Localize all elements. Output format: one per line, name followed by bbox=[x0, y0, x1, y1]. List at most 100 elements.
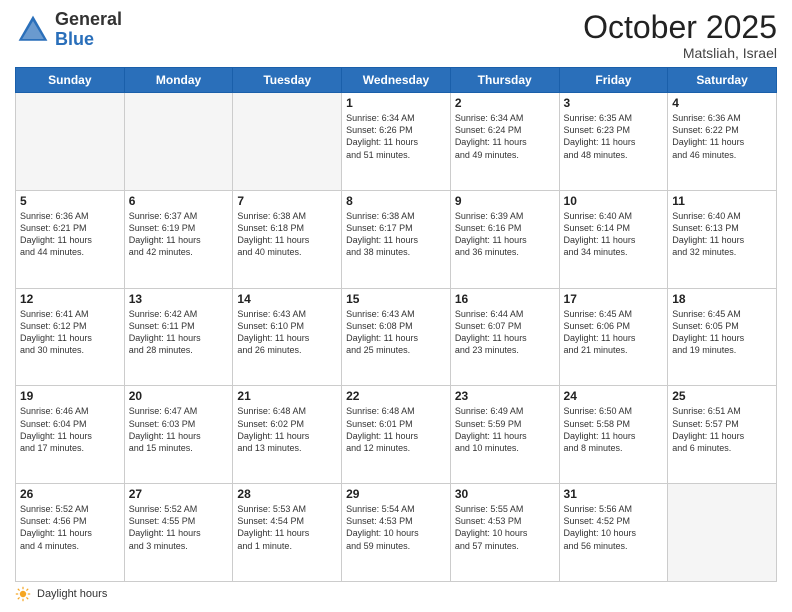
calendar-week-5: 26Sunrise: 5:52 AM Sunset: 4:56 PM Dayli… bbox=[16, 484, 777, 582]
day-info: Sunrise: 6:44 AM Sunset: 6:07 PM Dayligh… bbox=[455, 308, 555, 357]
day-number: 26 bbox=[20, 487, 120, 501]
calendar-cell: 18 Sunrise: 6:45 AM Sunset: 6:05 PM Dayli… bbox=[668, 288, 777, 386]
day-info: Sunrise: 6:40 AM Sunset: 6:14 PM Dayligh… bbox=[564, 210, 664, 259]
logo-text: General Blue bbox=[55, 10, 122, 50]
day-number: 31 bbox=[564, 487, 664, 501]
day-info: Sunrise: 6:48 AM Sunset: 6:02 PM Dayligh… bbox=[237, 405, 337, 454]
day-number: 25 bbox=[672, 389, 772, 403]
calendar-cell bbox=[233, 93, 342, 191]
day-number: 9 bbox=[455, 194, 555, 208]
day-number: 5 bbox=[20, 194, 120, 208]
title-block: October 2025 Matsliah, Israel bbox=[583, 10, 777, 61]
calendar-cell: 11Sunrise: 6:40 AM Sunset: 6:13 PM Dayli… bbox=[668, 190, 777, 288]
calendar-cell: 14 Sunrise: 6:43 AM Sunset: 6:10 PM Dayli… bbox=[233, 288, 342, 386]
calendar-cell: 30 Sunrise: 5:55 AM Sunset: 4:53 PM Dayli… bbox=[450, 484, 559, 582]
day-number: 22 bbox=[346, 389, 446, 403]
day-info: Sunrise: 6:40 AM Sunset: 6:13 PM Dayligh… bbox=[672, 210, 772, 259]
calendar-dow-wednesday: Wednesday bbox=[342, 68, 451, 93]
calendar-dow-thursday: Thursday bbox=[450, 68, 559, 93]
day-number: 23 bbox=[455, 389, 555, 403]
page: General Blue October 2025 Matsliah, Isra… bbox=[0, 0, 792, 612]
calendar-cell: 15Sunrise: 6:43 AM Sunset: 6:08 PM Dayli… bbox=[342, 288, 451, 386]
sun-icon bbox=[15, 586, 31, 602]
day-number: 3 bbox=[564, 96, 664, 110]
day-number: 13 bbox=[129, 292, 229, 306]
calendar-cell: 31 Sunrise: 5:56 AM Sunset: 4:52 PM Dayli… bbox=[559, 484, 668, 582]
calendar-dow-sunday: Sunday bbox=[16, 68, 125, 93]
calendar-week-2: 5 Sunrise: 6:36 AM Sunset: 6:21 PM Daylig… bbox=[16, 190, 777, 288]
calendar-week-4: 19 Sunrise: 6:46 AM Sunset: 6:04 PM Dayli… bbox=[16, 386, 777, 484]
calendar-cell: 17 Sunrise: 6:45 AM Sunset: 6:06 PM Dayli… bbox=[559, 288, 668, 386]
day-info: Sunrise: 6:47 AM Sunset: 6:03 PM Dayligh… bbox=[129, 405, 229, 454]
day-number: 19 bbox=[20, 389, 120, 403]
calendar-dow-tuesday: Tuesday bbox=[233, 68, 342, 93]
day-info: Sunrise: 6:50 AM Sunset: 5:58 PM Dayligh… bbox=[564, 405, 664, 454]
calendar-cell: 27 Sunrise: 5:52 AM Sunset: 4:55 PM Dayli… bbox=[124, 484, 233, 582]
calendar-cell bbox=[124, 93, 233, 191]
day-info: Sunrise: 6:46 AM Sunset: 6:04 PM Dayligh… bbox=[20, 405, 120, 454]
logo-general: General bbox=[55, 10, 122, 30]
day-number: 4 bbox=[672, 96, 772, 110]
calendar-dow-friday: Friday bbox=[559, 68, 668, 93]
day-info: Sunrise: 6:42 AM Sunset: 6:11 PM Dayligh… bbox=[129, 308, 229, 357]
calendar-week-3: 12Sunrise: 6:41 AM Sunset: 6:12 PM Dayli… bbox=[16, 288, 777, 386]
calendar-cell: 29Sunrise: 5:54 AM Sunset: 4:53 PM Dayli… bbox=[342, 484, 451, 582]
day-info: Sunrise: 5:56 AM Sunset: 4:52 PM Dayligh… bbox=[564, 503, 664, 552]
day-number: 2 bbox=[455, 96, 555, 110]
calendar-cell bbox=[16, 93, 125, 191]
logo-blue: Blue bbox=[55, 30, 122, 50]
day-number: 18 bbox=[672, 292, 772, 306]
day-info: Sunrise: 6:36 AM Sunset: 6:22 PM Dayligh… bbox=[672, 112, 772, 161]
day-info: Sunrise: 5:54 AM Sunset: 4:53 PM Dayligh… bbox=[346, 503, 446, 552]
day-number: 27 bbox=[129, 487, 229, 501]
calendar-cell: 9Sunrise: 6:39 AM Sunset: 6:16 PM Daylig… bbox=[450, 190, 559, 288]
calendar-cell: 28 Sunrise: 5:53 AM Sunset: 4:54 PM Dayli… bbox=[233, 484, 342, 582]
day-info: Sunrise: 5:52 AM Sunset: 4:55 PM Dayligh… bbox=[129, 503, 229, 552]
location: Matsliah, Israel bbox=[583, 45, 777, 61]
day-info: Sunrise: 5:53 AM Sunset: 4:54 PM Dayligh… bbox=[237, 503, 337, 552]
day-number: 24 bbox=[564, 389, 664, 403]
day-number: 10 bbox=[564, 194, 664, 208]
day-info: Sunrise: 6:49 AM Sunset: 5:59 PM Dayligh… bbox=[455, 405, 555, 454]
calendar-cell: 7Sunrise: 6:38 AM Sunset: 6:18 PM Daylig… bbox=[233, 190, 342, 288]
day-info: Sunrise: 6:34 AM Sunset: 6:26 PM Dayligh… bbox=[346, 112, 446, 161]
calendar-cell: 19 Sunrise: 6:46 AM Sunset: 6:04 PM Dayli… bbox=[16, 386, 125, 484]
calendar-cell: 23 Sunrise: 6:49 AM Sunset: 5:59 PM Dayli… bbox=[450, 386, 559, 484]
day-info: Sunrise: 6:51 AM Sunset: 5:57 PM Dayligh… bbox=[672, 405, 772, 454]
day-number: 28 bbox=[237, 487, 337, 501]
day-info: Sunrise: 6:34 AM Sunset: 6:24 PM Dayligh… bbox=[455, 112, 555, 161]
day-number: 30 bbox=[455, 487, 555, 501]
day-info: Sunrise: 6:43 AM Sunset: 6:10 PM Dayligh… bbox=[237, 308, 337, 357]
logo: General Blue bbox=[15, 10, 122, 50]
calendar-cell: 6 Sunrise: 6:37 AM Sunset: 6:19 PM Daylig… bbox=[124, 190, 233, 288]
day-info: Sunrise: 6:48 AM Sunset: 6:01 PM Dayligh… bbox=[346, 405, 446, 454]
month-title: October 2025 bbox=[583, 10, 777, 45]
day-number: 6 bbox=[129, 194, 229, 208]
day-info: Sunrise: 6:36 AM Sunset: 6:21 PM Dayligh… bbox=[20, 210, 120, 259]
day-info: Sunrise: 5:55 AM Sunset: 4:53 PM Dayligh… bbox=[455, 503, 555, 552]
header: General Blue October 2025 Matsliah, Isra… bbox=[15, 10, 777, 61]
calendar-cell: 5 Sunrise: 6:36 AM Sunset: 6:21 PM Daylig… bbox=[16, 190, 125, 288]
day-info: Sunrise: 6:45 AM Sunset: 6:06 PM Dayligh… bbox=[564, 308, 664, 357]
calendar-cell: 24 Sunrise: 6:50 AM Sunset: 5:58 PM Dayli… bbox=[559, 386, 668, 484]
daylight-hours-label: Daylight hours bbox=[37, 588, 107, 600]
day-info: Sunrise: 6:45 AM Sunset: 6:05 PM Dayligh… bbox=[672, 308, 772, 357]
day-number: 16 bbox=[455, 292, 555, 306]
day-number: 15 bbox=[346, 292, 446, 306]
logo-icon bbox=[15, 12, 51, 48]
calendar-cell: 26Sunrise: 5:52 AM Sunset: 4:56 PM Dayli… bbox=[16, 484, 125, 582]
calendar-cell: 3 Sunrise: 6:35 AM Sunset: 6:23 PM Daylig… bbox=[559, 93, 668, 191]
day-info: Sunrise: 6:38 AM Sunset: 6:17 PM Dayligh… bbox=[346, 210, 446, 259]
day-number: 17 bbox=[564, 292, 664, 306]
day-number: 8 bbox=[346, 194, 446, 208]
calendar-cell: 1Sunrise: 6:34 AM Sunset: 6:26 PM Daylig… bbox=[342, 93, 451, 191]
calendar-dow-saturday: Saturday bbox=[668, 68, 777, 93]
calendar-cell bbox=[668, 484, 777, 582]
calendar-week-1: 1Sunrise: 6:34 AM Sunset: 6:26 PM Daylig… bbox=[16, 93, 777, 191]
footer: Daylight hours bbox=[15, 586, 777, 602]
day-number: 14 bbox=[237, 292, 337, 306]
day-info: Sunrise: 6:35 AM Sunset: 6:23 PM Dayligh… bbox=[564, 112, 664, 161]
calendar-cell: 13 Sunrise: 6:42 AM Sunset: 6:11 PM Dayli… bbox=[124, 288, 233, 386]
calendar-cell: 12Sunrise: 6:41 AM Sunset: 6:12 PM Dayli… bbox=[16, 288, 125, 386]
day-info: Sunrise: 6:37 AM Sunset: 6:19 PM Dayligh… bbox=[129, 210, 229, 259]
